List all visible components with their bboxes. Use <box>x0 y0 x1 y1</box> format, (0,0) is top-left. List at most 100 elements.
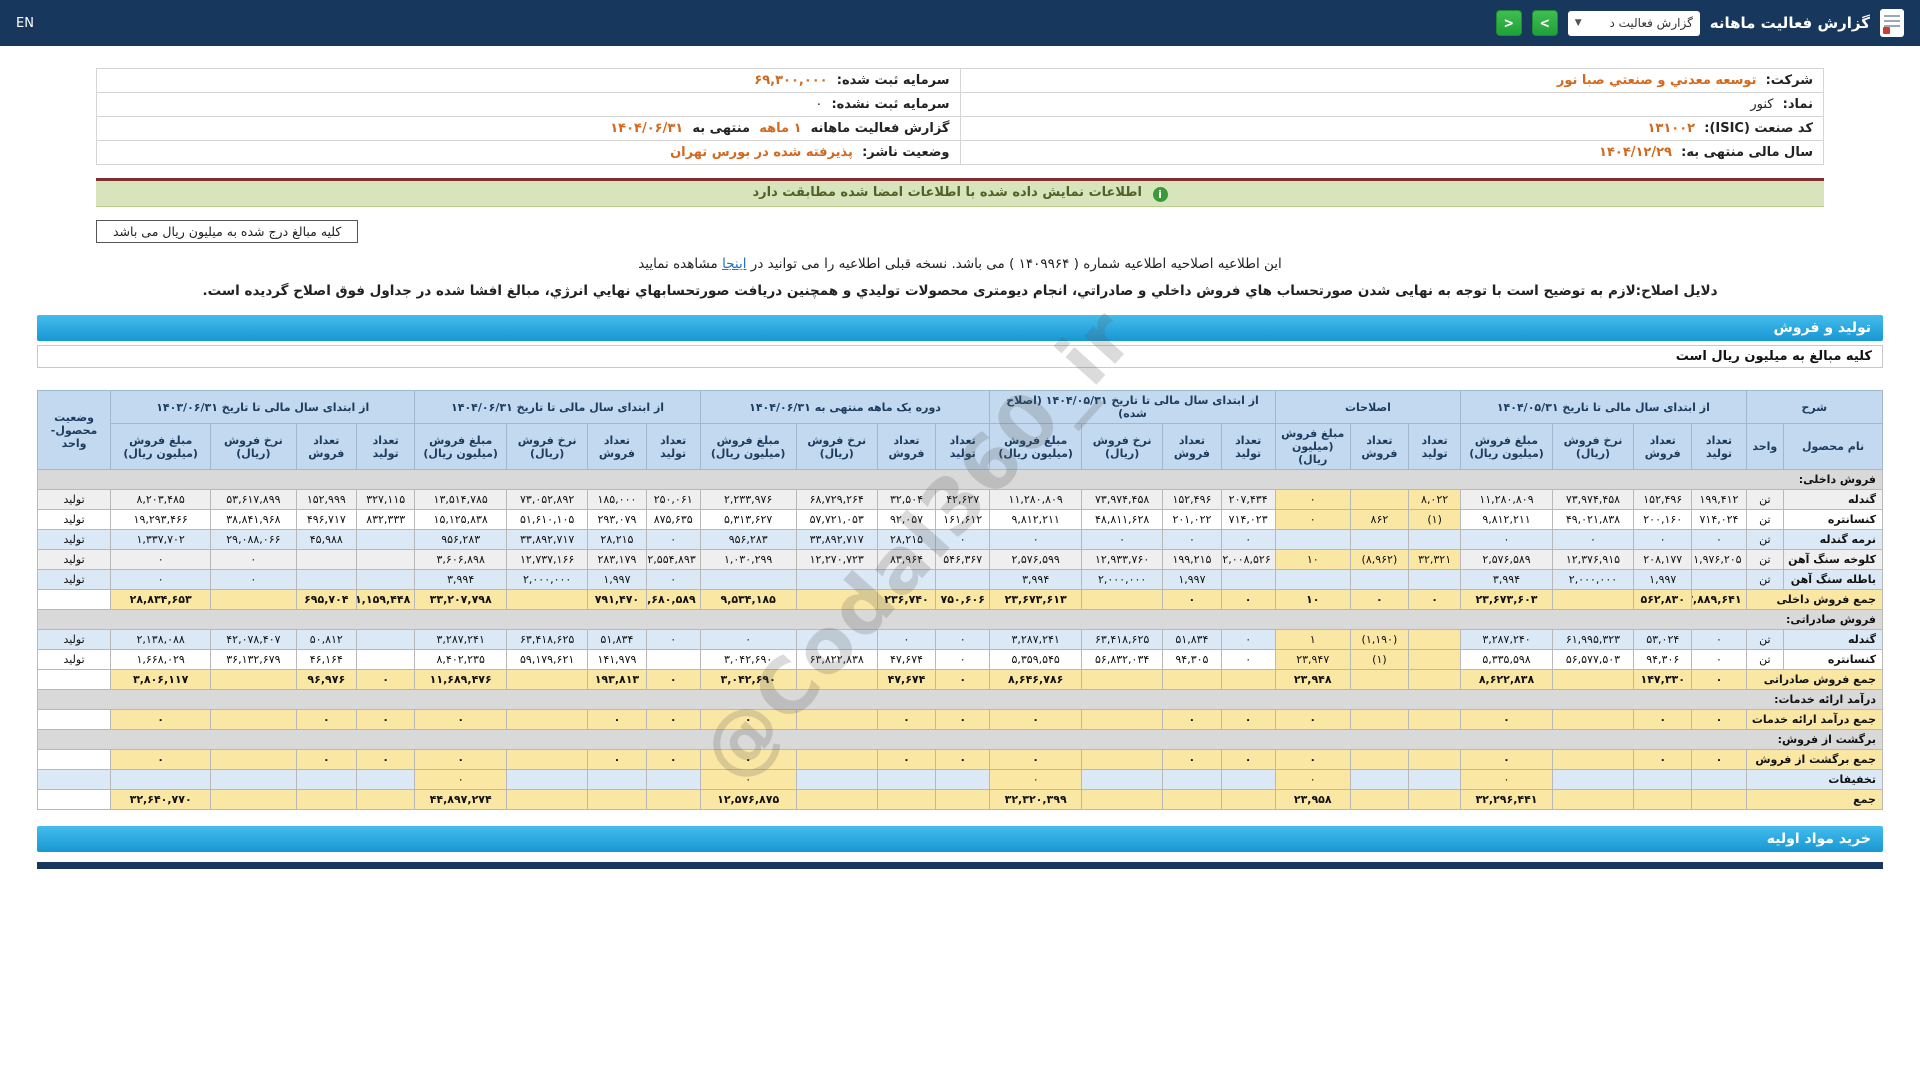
value-cell: ۰ <box>1461 710 1553 730</box>
value-cell: ۱۴۷,۳۳۰ <box>1634 670 1692 690</box>
value-cell: ۷۵۰,۶۰۶ <box>936 590 990 610</box>
table-header-cell: نرخ فروش (ریال) <box>1082 424 1163 470</box>
table-header-cell: تعداد تولید <box>1409 424 1461 470</box>
value-cell: ۶۹۵,۷۰۴ <box>296 590 356 610</box>
value-cell: ۰ <box>357 750 415 770</box>
value-cell: ۰ <box>1221 530 1275 550</box>
value-cell: ۱۴۱,۹۷۹ <box>588 650 646 670</box>
value-cell: ۰ <box>990 750 1082 770</box>
table-row: برگشت از فروش: <box>38 730 1883 750</box>
ending-label: منتهی به <box>692 121 750 136</box>
info-row: سال مالی منتهی به: ۱۴۰۴/۱۲/۲۹ وضعیت ناشر… <box>97 141 1824 165</box>
value-cell: ۰ <box>936 670 990 690</box>
value-cell: ۰ <box>1692 650 1746 670</box>
value-cell: ۰ <box>877 750 935 770</box>
value-cell <box>1082 670 1163 690</box>
value-cell: ۳۲,۲۹۶,۴۴۱ <box>1461 790 1553 810</box>
table-header-cell: وضعیت محصول-واحد <box>38 391 111 470</box>
table-header-cell: تعداد تولید <box>646 424 700 470</box>
table-header-cell: تعداد فروش <box>877 424 935 470</box>
value-cell <box>357 570 415 590</box>
page-title: گزارش فعالیت ماهانه <box>1710 14 1870 32</box>
value-cell: ۹,۸۱۲,۲۱۱ <box>1461 510 1553 530</box>
value-cell: ۱۲,۵۷۶,۸۷۵ <box>700 790 796 810</box>
table-row: تخفیفات۰۰۰۰۰ <box>38 770 1883 790</box>
section-row-label: درآمد ارائه خدمات: <box>38 690 1883 710</box>
value-cell <box>211 670 296 690</box>
value-cell: ۲۳۶,۷۴۰ <box>877 590 935 610</box>
value-cell <box>296 790 356 810</box>
value-cell: ۲۳,۹۵۸ <box>1275 790 1350 810</box>
value-cell <box>1552 590 1633 610</box>
value-cell: ۷۳,۹۷۴,۴۵۸ <box>1552 490 1633 510</box>
report-type-dropdown[interactable]: گزارش فعالیت د ▼ <box>1568 11 1700 36</box>
table-row: جمع درآمد ارائه خدمات۰۰۰۰۰۰۰۰۰۰۰۰۰۰۰۰ <box>38 710 1883 730</box>
value-cell <box>1409 750 1461 770</box>
table-header-cell: مبلغ فروش (میلیون ریال) <box>111 424 211 470</box>
value-cell <box>646 650 700 670</box>
value-cell: ۳۸,۸۴۱,۹۶۸ <box>211 510 296 530</box>
section-header-raw-materials: خرید مواد اولیه <box>37 826 1883 852</box>
value-cell <box>1692 570 1746 590</box>
table-row: باطله سنگ آهنتن۱,۹۹۷۲,۰۰۰,۰۰۰۳,۹۹۴۱,۹۹۷۲… <box>38 570 1883 590</box>
value-cell: ۹۵۶,۲۸۳ <box>700 530 796 550</box>
table-header-cell: نرخ فروش (ریال) <box>211 424 296 470</box>
value-cell: ۳۳,۸۹۲,۷۱۷ <box>507 530 588 550</box>
value-cell: ۰ <box>1275 490 1350 510</box>
value-cell <box>936 770 990 790</box>
value-cell <box>1082 750 1163 770</box>
info-cell: شرکت: توسعه معدني و صنعتي صبا نور <box>960 69 1824 93</box>
value-cell <box>1221 770 1275 790</box>
value-cell: ۵۰,۸۱۲ <box>296 630 356 650</box>
value-cell: ۷۳,۹۷۴,۴۵۸ <box>1082 490 1163 510</box>
value-cell: ۰ <box>111 750 211 770</box>
value-cell: ۲,۰۰۰,۰۰۰ <box>1552 570 1633 590</box>
value-cell: ۱ <box>1275 630 1350 650</box>
value-cell: ۸۶۲ <box>1350 510 1408 530</box>
value-cell: ۵۷,۷۲۱,۰۵۳ <box>796 510 877 530</box>
production-sales-table-wrap: @Codal360_ir شرحاز ابتدای سال مالی تا تا… <box>37 390 1883 810</box>
info-icon: i <box>1153 187 1168 202</box>
info-cell: سرمایه ثبت شده: ۶۹,۳۰۰,۰۰۰ <box>97 69 961 93</box>
value-cell <box>1552 750 1633 770</box>
amendment-reason: دلایل اصلاح:لازم به توضیح است با توجه به… <box>0 283 1920 299</box>
status-cell: تولید <box>38 570 111 590</box>
table-header-cell: مبلغ فروش (میلیون ریال) <box>700 424 796 470</box>
value-cell <box>507 750 588 770</box>
value-cell: ۰ <box>111 570 211 590</box>
value-cell: ۰ <box>1692 670 1746 690</box>
value-cell: ۰ <box>1552 530 1633 550</box>
table-header-cell: مبلغ فروش (میلیون ریال) <box>1461 424 1553 470</box>
value-cell: ۳,۶۰۶,۸۹۸ <box>415 550 507 570</box>
status-cell <box>38 750 111 770</box>
value-cell <box>507 670 588 690</box>
language-switch-en[interactable]: EN <box>16 16 34 31</box>
previous-version-link[interactable]: اینجا <box>722 256 746 272</box>
value-cell <box>1163 670 1221 690</box>
value-cell: ۳۲۷,۱۱۵ <box>357 490 415 510</box>
symbol-label: نماد: <box>1783 97 1813 112</box>
value-cell <box>357 550 415 570</box>
value-cell: ۲,۰۰۰,۰۰۰ <box>507 570 588 590</box>
value-cell: ۰ <box>646 630 700 650</box>
value-cell: ۰ <box>646 750 700 770</box>
value-cell: ۱۹۹,۴۱۲ <box>1692 490 1746 510</box>
next-report-button[interactable]: > <box>1532 10 1558 36</box>
value-cell: ۵۱,۶۱۰,۱۰۵ <box>507 510 588 530</box>
table-row: کنسانترهتن۰۹۴,۳۰۶۵۶,۵۷۷,۵۰۳۵,۳۳۵,۵۹۸(۱)۲… <box>38 650 1883 670</box>
value-cell <box>1350 670 1408 690</box>
value-cell: ۰ <box>357 710 415 730</box>
value-cell: ۶۳,۴۱۸,۶۲۵ <box>507 630 588 650</box>
table-row: گندلهتن۱۹۹,۴۱۲۱۵۲,۴۹۶۷۳,۹۷۴,۴۵۸۱۱,۲۸۰,۸۰… <box>38 490 1883 510</box>
value-cell <box>1082 770 1163 790</box>
report-period-length: ۱ ماهه <box>759 121 801 136</box>
value-cell <box>357 790 415 810</box>
amounts-unit-note: کلیه مبالغ درج شده به میلیون ریال می باش… <box>96 220 358 243</box>
unit-cell: تن <box>1746 510 1783 530</box>
value-cell: ۲,۵۵۴,۸۹۳ <box>646 550 700 570</box>
value-cell: ۰ <box>936 650 990 670</box>
previous-report-button[interactable]: < <box>1496 10 1522 36</box>
value-cell: ۵۱,۸۳۴ <box>1163 630 1221 650</box>
value-cell: ۳۳,۸۹۲,۷۱۷ <box>796 530 877 550</box>
value-cell <box>507 770 588 790</box>
